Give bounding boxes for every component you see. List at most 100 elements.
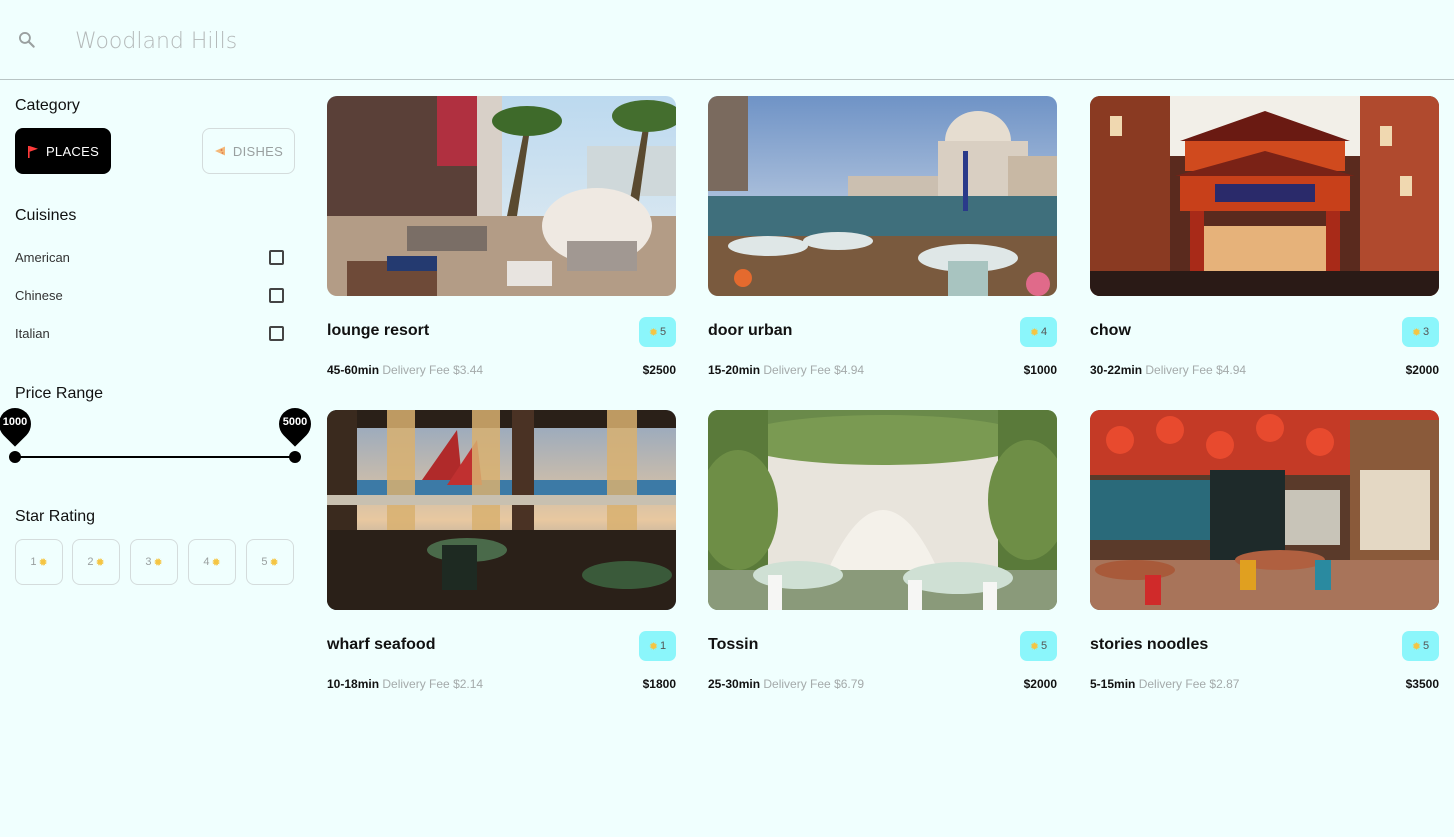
restaurant-price: $2500 [642, 363, 676, 377]
restaurant-photo [1090, 410, 1439, 610]
cuisine-italian-checkbox[interactable] [269, 326, 284, 341]
restaurant-photo [1090, 96, 1439, 296]
restaurant-card[interactable]: lounge resort ✹ 5 45-60min Delivery Fee $… [327, 96, 676, 386]
star-filter-5[interactable]: 5 ✹ [246, 539, 294, 585]
search-input[interactable] [73, 22, 677, 60]
sun-icon: ✹ [648, 640, 659, 653]
rating-value: 5 [1041, 640, 1048, 652]
delivery-info: 5-15min Delivery Fee $2.87 [1090, 677, 1239, 691]
delivery-info: 10-18min Delivery Fee $2.14 [327, 677, 483, 691]
sun-icon: ✹ [95, 556, 105, 569]
star-filter-4-label: 4 [203, 556, 210, 568]
sun-icon: ✹ [269, 556, 279, 569]
search-icon[interactable] [17, 30, 37, 50]
rating-badge: ✹ 5 [1402, 631, 1439, 661]
delivery-info: 45-60min Delivery Fee $3.44 [327, 363, 483, 377]
cuisine-american-checkbox[interactable] [269, 250, 284, 265]
delivery-fee: Delivery Fee $6.79 [763, 677, 865, 691]
delivery-time: 10-18min [327, 677, 380, 691]
delivery-time: 25-30min [708, 677, 761, 691]
price-max-value: 5000 [282, 416, 308, 428]
restaurant-card[interactable]: stories noodles ✹ 5 5-15min Delivery Fee … [1090, 410, 1439, 700]
delivery-time: 15-20min [708, 363, 761, 377]
sun-icon: ✹ [38, 556, 48, 569]
delivery-time: 5-15min [1090, 677, 1136, 691]
restaurant-price: $1000 [1023, 363, 1057, 377]
delivery-info: 15-20min Delivery Fee $4.94 [708, 363, 864, 377]
rating-value: 5 [660, 326, 667, 338]
sun-icon: ✹ [648, 326, 659, 339]
restaurant-price: $2000 [1023, 677, 1057, 691]
flag-icon [27, 145, 38, 158]
restaurant-name: door urban [708, 322, 793, 339]
restaurant-price: $1800 [642, 677, 676, 691]
delivery-fee: Delivery Fee $3.44 [382, 363, 484, 377]
search-bar [0, 0, 1454, 80]
star-filter-4[interactable]: 4 ✹ [188, 539, 236, 585]
cuisine-american-label: American [15, 250, 70, 265]
restaurant-card[interactable]: chow ✹ 3 30-22min Delivery Fee $4.94 $200… [1090, 96, 1439, 386]
rating-value: 1 [660, 640, 667, 652]
delivery-time: 45-60min [327, 363, 380, 377]
star-filter-3[interactable]: 3 ✹ [130, 539, 178, 585]
delivery-info: 30-22min Delivery Fee $4.94 [1090, 363, 1246, 377]
restaurant-card[interactable]: Tossin ✹ 5 25-30min Delivery Fee $6.79 $2… [708, 410, 1057, 700]
rating-badge: ✹ 5 [1020, 631, 1057, 661]
rating-badge: ✹ 1 [639, 631, 676, 661]
star-filter-1-label: 1 [30, 556, 37, 568]
restaurant-price: $3500 [1405, 677, 1439, 691]
pizza-icon [214, 146, 225, 156]
restaurant-photo [708, 410, 1057, 610]
rating-value: 4 [1041, 326, 1048, 338]
star-filter-2-label: 2 [87, 556, 94, 568]
price-min-handle[interactable] [9, 451, 21, 463]
delivery-fee: Delivery Fee $2.14 [382, 677, 484, 691]
cuisine-chinese-label: Chinese [15, 288, 63, 303]
restaurant-name: chow [1090, 322, 1131, 339]
delivery-fee: Delivery Fee $2.87 [1138, 677, 1240, 691]
delivery-info: 25-30min Delivery Fee $6.79 [708, 677, 864, 691]
price-min-value: 1000 [2, 416, 28, 428]
star-filter-3-label: 3 [145, 556, 152, 568]
cuisine-chinese-row: Chinese [15, 286, 285, 306]
star-filter-5-label: 5 [261, 556, 268, 568]
restaurant-photo [327, 96, 676, 296]
price-range-title: Price Range [15, 385, 104, 402]
category-dishes-label: DISHES [232, 143, 284, 159]
cuisine-italian-label: Italian [15, 326, 50, 341]
star-filter-1[interactable]: 1 ✹ [15, 539, 63, 585]
rating-badge: ✹ 3 [1402, 317, 1439, 347]
sun-icon: ✹ [1411, 326, 1422, 339]
rating-badge: ✹ 4 [1020, 317, 1057, 347]
restaurant-photo [327, 410, 676, 610]
restaurant-name: wharf seafood [327, 636, 436, 653]
sun-icon: ✹ [1029, 326, 1040, 339]
cuisines-title: Cuisines [15, 207, 77, 224]
cuisine-american-row: American [15, 248, 285, 268]
delivery-time: 30-22min [1090, 363, 1143, 377]
restaurant-card[interactable]: door urban ✹ 4 15-20min Delivery Fee $4.9… [708, 96, 1057, 386]
sun-icon: ✹ [1029, 640, 1040, 653]
star-filter-2[interactable]: 2 ✹ [72, 539, 120, 585]
restaurant-name: stories noodles [1090, 636, 1209, 653]
delivery-fee: Delivery Fee $4.94 [763, 363, 865, 377]
delivery-fee: Delivery Fee $4.94 [1145, 363, 1247, 377]
restaurant-name: lounge resort [327, 322, 430, 339]
rating-value: 5 [1423, 640, 1430, 652]
restaurant-card[interactable]: wharf seafood ✹ 1 10-18min Delivery Fee $… [327, 410, 676, 700]
category-places-label: PLACES [45, 143, 100, 159]
restaurant-price: $2000 [1405, 363, 1439, 377]
price-slider-track[interactable] [15, 456, 295, 458]
cuisine-italian-row: Italian [15, 324, 285, 344]
category-dishes-button[interactable]: DISHES [202, 128, 295, 174]
category-title: Category [15, 97, 80, 114]
star-rating-title: Star Rating [15, 508, 96, 525]
restaurant-name: Tossin [708, 636, 759, 653]
cuisine-chinese-checkbox[interactable] [269, 288, 284, 303]
rating-value: 3 [1423, 326, 1430, 338]
category-places-button[interactable]: PLACES [15, 128, 111, 174]
price-max-handle[interactable] [289, 451, 301, 463]
sun-icon: ✹ [1411, 640, 1422, 653]
restaurant-photo [708, 96, 1057, 296]
rating-badge: ✹ 5 [639, 317, 676, 347]
